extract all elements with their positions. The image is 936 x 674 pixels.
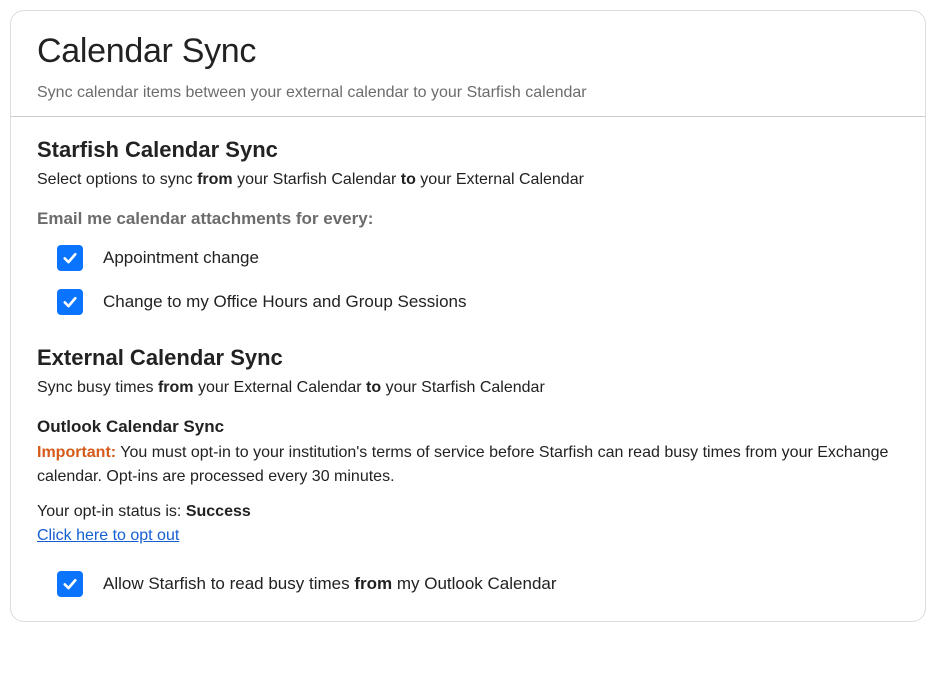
- opt-out-link[interactable]: Click here to opt out: [37, 527, 179, 545]
- body: Starfish Calendar Sync Select options to…: [11, 117, 925, 621]
- appointment-change-label: Appointment change: [103, 248, 259, 268]
- important-label: Important:: [37, 444, 116, 461]
- office-hours-row: Change to my Office Hours and Group Sess…: [57, 289, 899, 315]
- text: Sync busy times: [37, 379, 158, 396]
- check-icon: [61, 249, 79, 267]
- external-section: External Calendar Sync Sync busy times f…: [37, 345, 899, 597]
- text-bold: from: [158, 379, 194, 396]
- status-value: Success: [186, 503, 251, 520]
- external-title: External Calendar Sync: [37, 345, 899, 371]
- text: your External Calendar: [416, 171, 584, 188]
- text: my Outlook Calendar: [392, 574, 556, 593]
- appointment-change-row: Appointment change: [57, 245, 899, 271]
- appointment-change-checkbox[interactable]: [57, 245, 83, 271]
- important-notice: Important: You must opt-in to your insti…: [37, 441, 899, 489]
- text: your External Calendar: [194, 379, 367, 396]
- allow-read-row: Allow Starfish to read busy times from m…: [57, 571, 899, 597]
- text: your Starfish Calendar: [233, 171, 401, 188]
- starfish-section: Starfish Calendar Sync Select options to…: [37, 137, 899, 315]
- text-bold: to: [366, 379, 381, 396]
- external-desc: Sync busy times from your External Calen…: [37, 379, 899, 397]
- settings-card: Calendar Sync Sync calendar items betwee…: [10, 10, 926, 622]
- check-icon: [61, 293, 79, 311]
- allow-read-label: Allow Starfish to read busy times from m…: [103, 574, 557, 594]
- optin-status: Your opt-in status is: Success: [37, 503, 899, 521]
- starfish-title: Starfish Calendar Sync: [37, 137, 899, 163]
- email-attachments-heading: Email me calendar attachments for every:: [37, 209, 899, 229]
- header: Calendar Sync Sync calendar items betwee…: [11, 11, 925, 117]
- text: Select options to sync: [37, 171, 197, 188]
- office-hours-label: Change to my Office Hours and Group Sess…: [103, 292, 466, 312]
- status-prefix: Your opt-in status is:: [37, 503, 186, 520]
- important-body: You must opt-in to your institution's te…: [37, 444, 888, 485]
- text-bold: from: [354, 574, 392, 593]
- text: your Starfish Calendar: [381, 379, 545, 396]
- allow-read-checkbox[interactable]: [57, 571, 83, 597]
- page-title: Calendar Sync: [37, 31, 899, 72]
- check-icon: [61, 575, 79, 593]
- outlook-title: Outlook Calendar Sync: [37, 417, 899, 437]
- text-bold: from: [197, 171, 233, 188]
- office-hours-checkbox[interactable]: [57, 289, 83, 315]
- text: Allow Starfish to read busy times: [103, 574, 354, 593]
- text-bold: to: [401, 171, 416, 188]
- page-subtitle: Sync calendar items between your externa…: [37, 84, 899, 102]
- starfish-desc: Select options to sync from your Starfis…: [37, 171, 899, 189]
